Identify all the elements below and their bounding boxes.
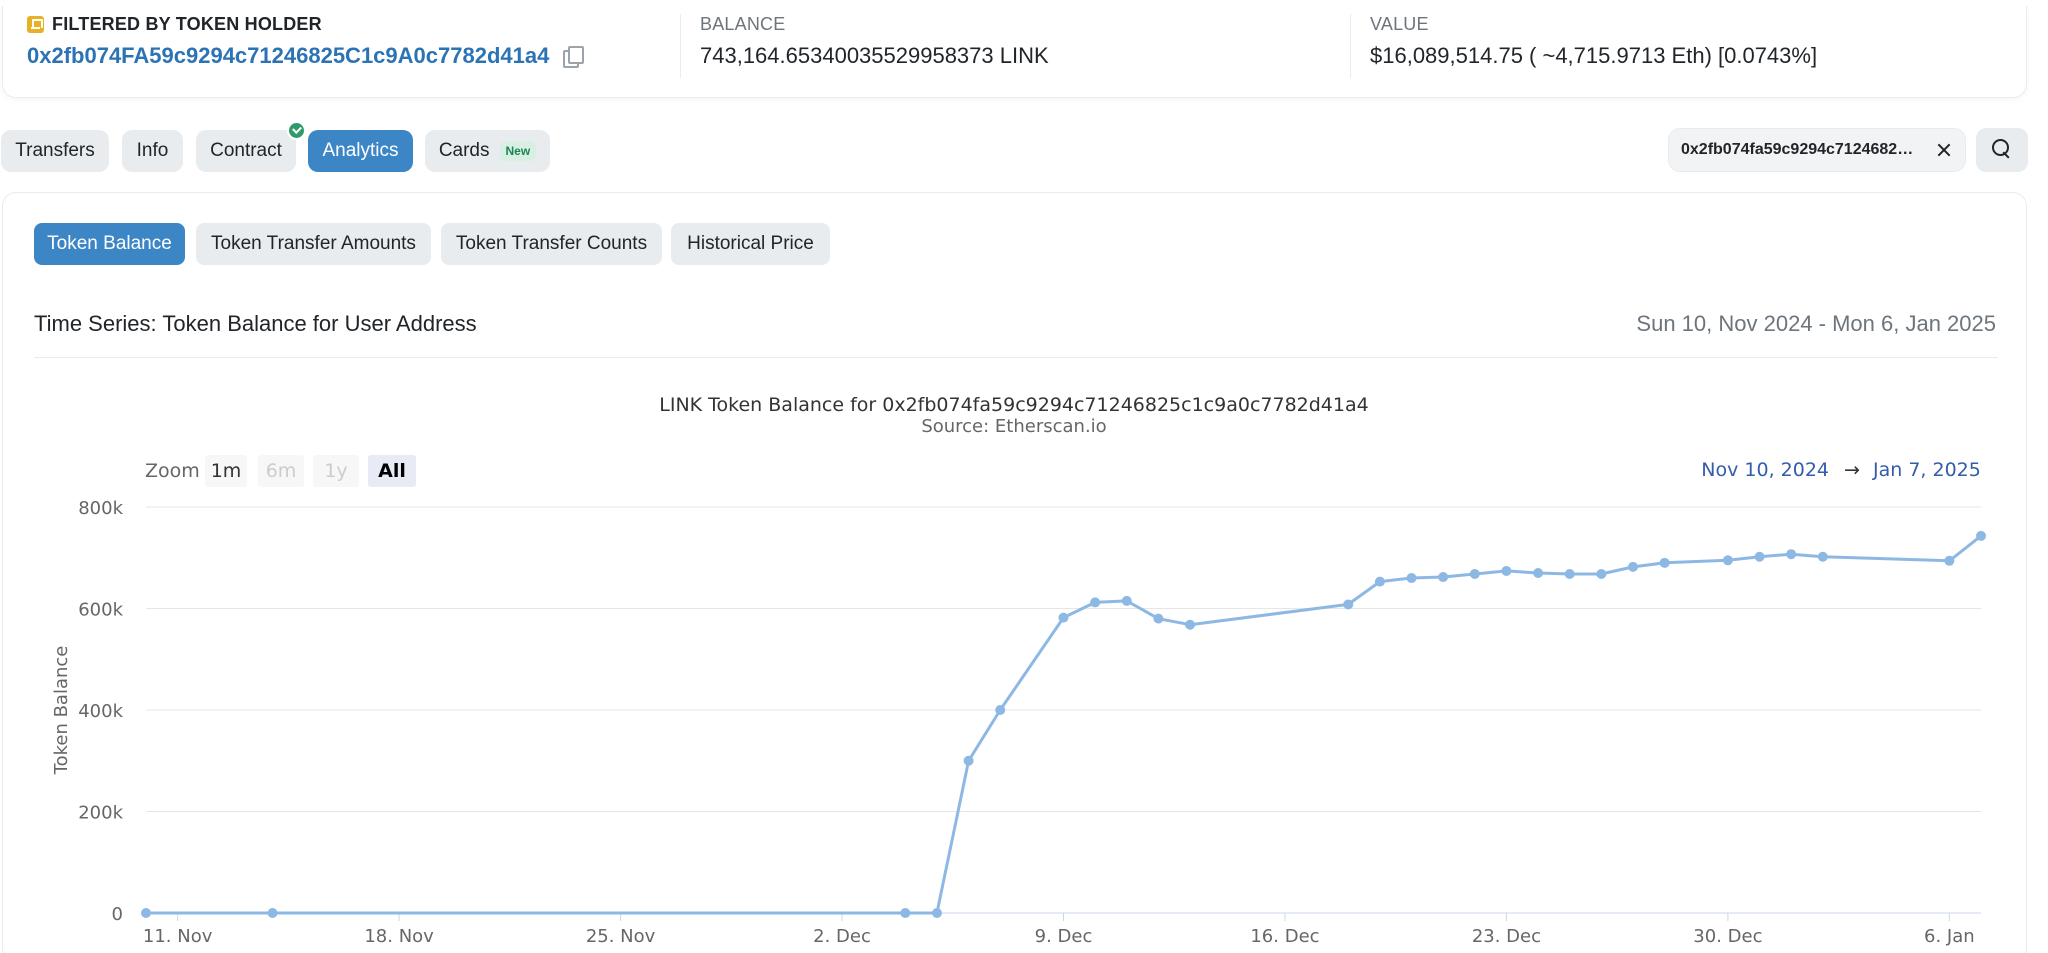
y-tick-label: 600k	[78, 600, 123, 621]
x-tick-label: 11. Nov	[143, 926, 213, 947]
data-point	[141, 908, 151, 918]
chart-subtitle: Source: Etherscan.io	[921, 416, 1106, 437]
chart-title: LINK Token Balance for 0x2fb074fa59c9294…	[659, 394, 1368, 416]
data-point	[931, 908, 942, 918]
zoom-1m-label: 1m	[211, 460, 242, 482]
zoom-button-6m: 6m	[258, 455, 304, 487]
data-point	[1469, 568, 1480, 579]
zoom-label: Zoom	[145, 460, 200, 482]
x-tick-label: 6. Jan	[1924, 926, 1975, 947]
x-tick-label: 25. Nov	[586, 926, 656, 947]
data-point	[1596, 568, 1607, 579]
y-tick-label: 400k	[78, 701, 123, 722]
token-balance-chart: LINK Token Balance for 0x2fb074fa59c9294…	[51, 394, 1986, 947]
data-point	[1185, 619, 1196, 630]
range-from[interactable]: Nov 10, 2024	[1701, 459, 1829, 481]
data-point	[963, 755, 974, 766]
data-point	[1817, 551, 1828, 562]
range-arrow: →	[1844, 459, 1860, 481]
zoom-button-all[interactable]: All	[368, 455, 416, 487]
data-point	[900, 908, 911, 918]
grid-lines	[146, 506, 1981, 812]
series-line	[146, 534, 1982, 915]
series-token-balance	[141, 530, 1986, 918]
x-tick-label: 9. Dec	[1035, 926, 1093, 947]
data-point	[1121, 595, 1132, 606]
data-point	[1374, 576, 1385, 587]
data-point	[1722, 555, 1733, 566]
data-point	[1501, 565, 1512, 576]
data-point	[1754, 551, 1765, 562]
zoom-6m-label: 6m	[266, 460, 297, 482]
zoom-button-1y: 1y	[313, 455, 359, 487]
data-point	[1627, 561, 1638, 572]
data-point	[1786, 549, 1797, 560]
x-axis-ticks: 11. Nov 18. Nov 25. Nov 2. Dec 9. Dec 16. Dec…	[143, 913, 1975, 947]
zoom-all-label: All	[378, 460, 406, 482]
data-point	[1343, 599, 1354, 610]
x-tick-label: 30. Dec	[1693, 926, 1762, 947]
y-tick-label: 800k	[78, 498, 123, 519]
y-axis-ticks: 0 200k 400k 600k 800k	[78, 498, 123, 925]
y-tick-label: 0	[112, 904, 123, 925]
data-point	[1976, 530, 1986, 541]
zoom-1y-label: 1y	[324, 460, 347, 482]
y-tick-label: 200k	[78, 803, 123, 824]
range-to[interactable]: Jan 7, 2025	[1872, 459, 1981, 481]
data-point	[1659, 557, 1670, 568]
data-point	[1564, 568, 1575, 579]
data-point	[995, 705, 1006, 715]
x-tick-label: 18. Nov	[364, 926, 434, 947]
data-point	[1090, 597, 1101, 608]
data-point	[1153, 613, 1164, 624]
x-tick-label: 2. Dec	[813, 926, 871, 947]
data-point	[267, 908, 278, 918]
data-point	[1438, 572, 1449, 583]
data-point	[1058, 612, 1069, 623]
data-point	[1533, 567, 1544, 578]
x-tick-label: 23. Dec	[1472, 926, 1541, 947]
data-point	[1944, 555, 1955, 566]
x-tick-label: 16. Dec	[1250, 926, 1319, 947]
y-axis-label: Token Balance	[51, 646, 72, 776]
data-point	[1406, 573, 1417, 584]
zoom-button-1m[interactable]: 1m	[205, 455, 247, 487]
